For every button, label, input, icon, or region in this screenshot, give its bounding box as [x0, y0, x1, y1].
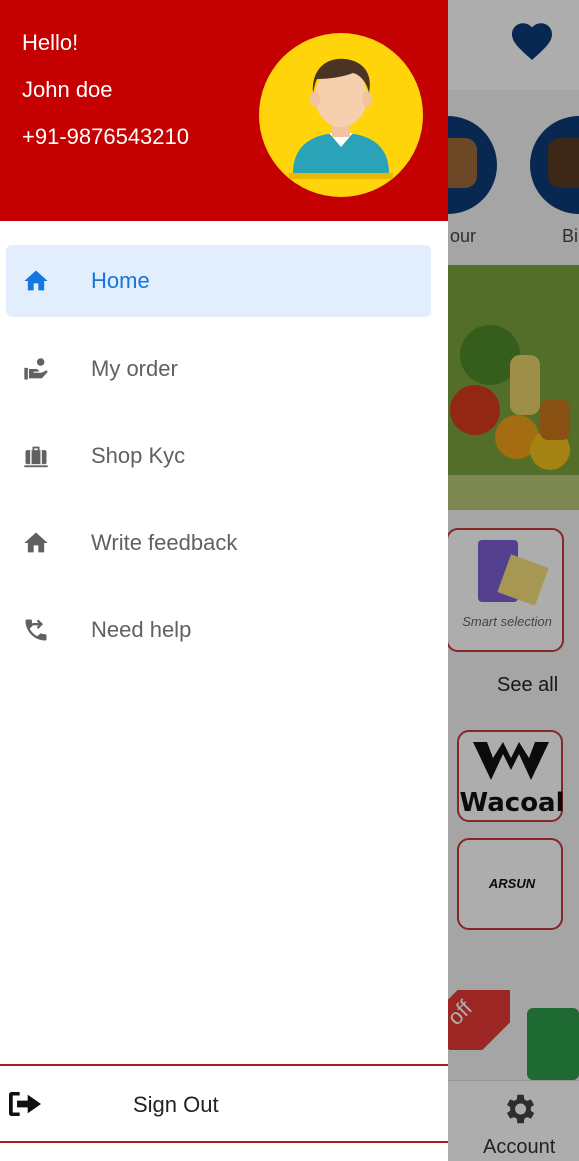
user-phone: +91-9876543210 [22, 124, 189, 149]
menu-item-home[interactable]: Home [6, 245, 431, 317]
menu-item-need-help[interactable]: Need help [6, 594, 431, 666]
user-name: John doe [22, 77, 113, 102]
logout-icon [9, 1092, 41, 1116]
menu-item-shop-kyc[interactable]: Shop Kyc [6, 420, 431, 492]
navigation-drawer: Hello! John doe +91-9876543210 Home My o… [0, 0, 448, 1161]
home-icon [24, 532, 48, 553]
home-icon [24, 270, 48, 291]
greeting-text: Hello! [22, 30, 79, 55]
menu-item-my-order[interactable]: My order [6, 333, 431, 405]
sign-out-button[interactable]: Sign Out [0, 1064, 448, 1143]
menu-item-label: Shop Kyc [91, 443, 186, 468]
briefcase-icon [24, 446, 48, 468]
user-avatar-icon [289, 58, 393, 179]
menu-item-label: My order [91, 356, 178, 381]
menu-item-label: Need help [91, 617, 192, 642]
menu-item-label: Home [91, 268, 150, 293]
menu-item-label: Write feedback [91, 530, 238, 555]
drawer-header: Hello! John doe +91-9876543210 [0, 0, 448, 221]
avatar[interactable] [259, 33, 423, 197]
menu-item-write-feedback[interactable]: Write feedback [6, 507, 431, 579]
hand-user-icon [24, 358, 48, 380]
sign-out-label: Sign Out [133, 1092, 219, 1117]
phone-forward-icon [25, 619, 47, 641]
